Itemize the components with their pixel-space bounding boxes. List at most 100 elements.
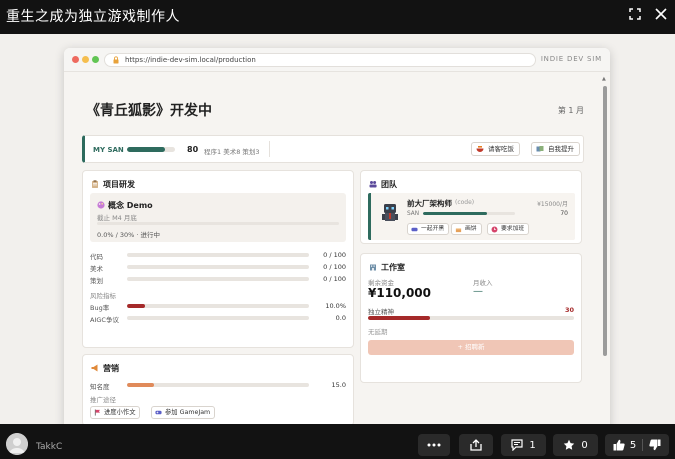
gamejam-button[interactable]: 参加 GameJam — [151, 406, 216, 419]
member-san-bar-fill — [423, 212, 488, 215]
stage-name: 概念 Demo — [108, 201, 153, 210]
marketing-card: 营销 知名度 15.0 推广途径 进度小作文 参加 GameJam — [82, 354, 354, 424]
page-title: 《青丘狐影》开发中 — [86, 103, 212, 119]
close-dot[interactable] — [72, 56, 79, 63]
san-bar-fill — [127, 147, 166, 152]
window-title-bar: 重生之成为独立游戏制作人 — [0, 0, 675, 34]
divider — [642, 439, 644, 451]
team-card-title: 团队 — [369, 179, 397, 190]
stat-value-art: 0 / 100 — [323, 263, 346, 271]
browser-chrome: https://indie-dev-sim.local/production I… — [64, 48, 610, 72]
risk-label-aigc: AIGC争议 — [90, 316, 119, 324]
funds-value: ¥110,000 — [368, 286, 432, 300]
studio-card: 工作室 剩余资金 ¥110,000 月收入 — 独立精神 30 无延期 + 招聘… — [360, 253, 582, 383]
stat-bar-code — [127, 253, 309, 257]
stat-value-code: 0 / 100 — [323, 251, 346, 259]
cake-icon — [455, 228, 462, 233]
channels-title: 推广途径 — [90, 396, 116, 404]
play-together-button[interactable]: 一起开黑 — [407, 223, 450, 235]
more-button[interactable] — [418, 434, 450, 456]
comments-button[interactable]: 1 — [501, 434, 546, 456]
maximize-dot[interactable] — [92, 56, 99, 63]
fullscreen-icon[interactable] — [626, 5, 644, 23]
gamepad-icon — [155, 410, 162, 415]
minimize-dot[interactable] — [82, 56, 89, 63]
delay-status: 无延期 — [368, 328, 388, 336]
fame-value: 15.0 — [331, 381, 346, 389]
page-content: 《青丘狐影》开发中 第 1 月 MY SAN 80 程序1 美术8 策划3 请客… — [64, 72, 610, 424]
indie-bar-fill — [368, 316, 430, 320]
san-value: 80 — [187, 145, 199, 154]
member-name: 前大厂架构师 — [407, 199, 452, 208]
san-label: MY SAN — [93, 146, 124, 154]
team-icon — [369, 181, 377, 188]
clipboard-icon — [92, 180, 98, 188]
megaphone-icon — [91, 364, 98, 372]
team-member-card[interactable]: 前大厂架构师 (code) ¥15000/月 SAN 70 一起开黑 画饼 要求… — [368, 193, 575, 240]
treat-meal-label: 请客吃饭 — [488, 145, 514, 153]
divider — [269, 141, 270, 157]
likes-count: 5 — [629, 439, 637, 451]
indie-label: 独立精神 — [368, 308, 394, 316]
promise-button[interactable]: 画饼 — [451, 223, 482, 235]
staff-summary: 程序1 美术8 策划3 — [204, 148, 260, 156]
treat-meal-button[interactable]: 请客吃饭 — [471, 142, 520, 156]
like-dislike-group: 5 — [605, 434, 669, 456]
robot-avatar-icon — [382, 204, 398, 221]
thumbs-down-icon — [649, 439, 661, 451]
close-icon[interactable] — [652, 5, 670, 23]
stat-label-design: 策划 — [90, 277, 103, 285]
stage: https://indie-dev-sim.local/production I… — [0, 34, 675, 424]
risk-bar-aigc — [127, 316, 309, 320]
fame-bar-fill — [127, 383, 155, 387]
member-san-bar — [423, 212, 515, 215]
book-icon — [536, 146, 544, 152]
project-card: 项目研发 概念 Demo 截止 M4 月底 0.0% / 30% · 进行中 代… — [82, 170, 354, 348]
flag-icon — [94, 409, 101, 416]
avatar-icon — [6, 433, 28, 455]
indie-value: 30 — [564, 306, 574, 314]
stage-deadline: 截止 M4 月底 — [97, 214, 137, 222]
devlog-button[interactable]: 进度小作文 — [90, 406, 141, 419]
share-button[interactable] — [459, 434, 493, 456]
stat-value-design: 0 / 100 — [323, 275, 346, 283]
overtime-button[interactable]: 要求加班 — [487, 223, 530, 235]
user-avatar[interactable] — [6, 433, 28, 455]
more-icon — [427, 443, 441, 447]
fame-bar — [127, 383, 309, 387]
gamepad-icon — [411, 227, 418, 232]
stage-panel: 概念 Demo 截止 M4 月底 0.0% / 30% · 进行中 — [90, 193, 346, 242]
stage-title: 概念 Demo — [97, 200, 153, 211]
url-text: https://indie-dev-sim.local/production — [125, 56, 256, 64]
marketing-card-title: 营销 — [91, 363, 119, 374]
stat-bar-design — [127, 277, 309, 281]
palette-icon — [97, 201, 105, 209]
address-bar[interactable]: https://indie-dev-sim.local/production — [104, 53, 536, 67]
clock-icon — [491, 226, 498, 233]
username[interactable]: TakkC — [36, 442, 62, 452]
team-card: 团队 前大厂架构师 (code) ¥15000/月 SAN 70 一起开黑 画饼… — [360, 170, 582, 244]
scroll-up-arrow[interactable]: ▲ — [602, 76, 607, 82]
scrollbar-thumb[interactable] — [603, 86, 607, 356]
self-improve-button[interactable]: 自我提升 — [531, 142, 580, 156]
member-salary: ¥15000/月 — [537, 201, 568, 208]
indie-bar — [368, 316, 574, 320]
hire-button[interactable]: + 招聘新 — [368, 340, 574, 355]
stage-progress-bar — [97, 222, 339, 225]
member-san-label: SAN — [407, 211, 420, 217]
stat-label-art: 美术 — [90, 265, 103, 273]
risk-value-bug: 10.0% — [325, 302, 346, 310]
san-bar — [127, 147, 175, 152]
like-button[interactable]: 5 — [613, 439, 636, 451]
income-value: — — [473, 286, 483, 297]
fame-label: 知名度 — [90, 383, 110, 391]
thumbs-up-icon — [613, 439, 625, 451]
san-panel: MY SAN 80 程序1 美术8 策划3 请客吃饭 自我提升 — [82, 135, 584, 163]
dislike-button[interactable] — [649, 439, 661, 451]
stat-bar-art — [127, 265, 309, 269]
share-icon — [470, 439, 482, 451]
star-button[interactable]: 0 — [553, 434, 598, 456]
studio-card-title: 工作室 — [369, 262, 405, 273]
risk-value-aigc: 0.0 — [335, 314, 346, 322]
risk-label-bug: Bug率 — [90, 304, 110, 312]
